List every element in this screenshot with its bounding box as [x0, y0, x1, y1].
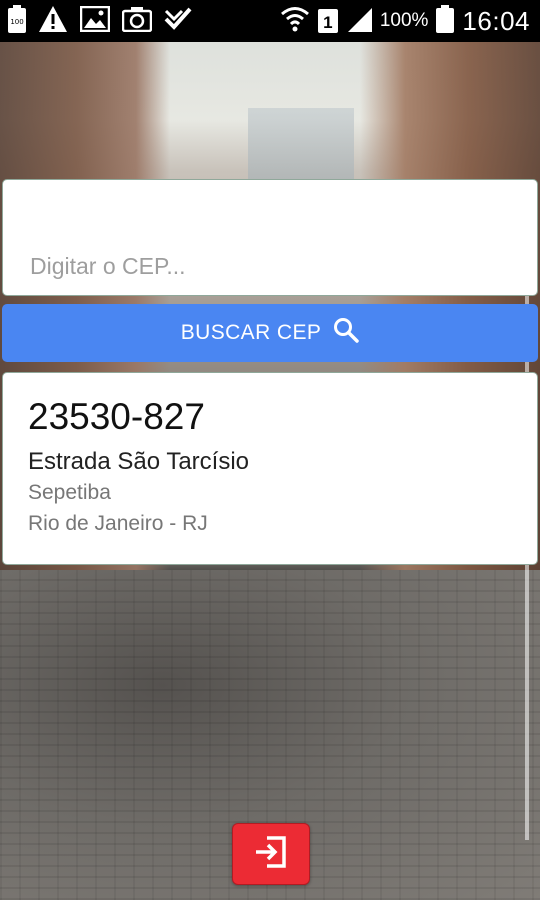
exit-button[interactable] [232, 823, 310, 885]
signal-icon [346, 6, 372, 37]
camera-icon [121, 6, 153, 37]
result-city-state: Rio de Janeiro - RJ [28, 512, 208, 535]
warning-icon [38, 5, 68, 38]
sim-icon: 1 [317, 9, 338, 33]
cep-input[interactable] [28, 247, 512, 285]
battery-icon [436, 4, 455, 38]
check-icon [164, 5, 192, 38]
system-indicators: 1 100% 16:04 [280, 4, 540, 39]
wifi-icon [280, 4, 310, 39]
result-district: Sepetiba [28, 481, 111, 504]
result-cep: 23530-827 [28, 396, 205, 437]
background-tower [248, 108, 354, 188]
notification-icons: 100 [0, 4, 192, 38]
battery-percent: 100% [379, 10, 429, 31]
search-icon [333, 317, 360, 349]
search-cep-button[interactable]: BUSCAR CEP [2, 304, 538, 362]
battery-small-label: 100 [10, 18, 23, 26]
exit-icon [253, 834, 289, 875]
status-bar: 100 1 100% 16:04 [0, 0, 540, 42]
search-button-label: BUSCAR CEP [180, 321, 322, 344]
image-icon [79, 5, 111, 37]
clock: 16:04 [462, 5, 530, 36]
result-street: Estrada São Tarcísio [28, 448, 250, 475]
battery-icon: 100 [8, 4, 26, 38]
